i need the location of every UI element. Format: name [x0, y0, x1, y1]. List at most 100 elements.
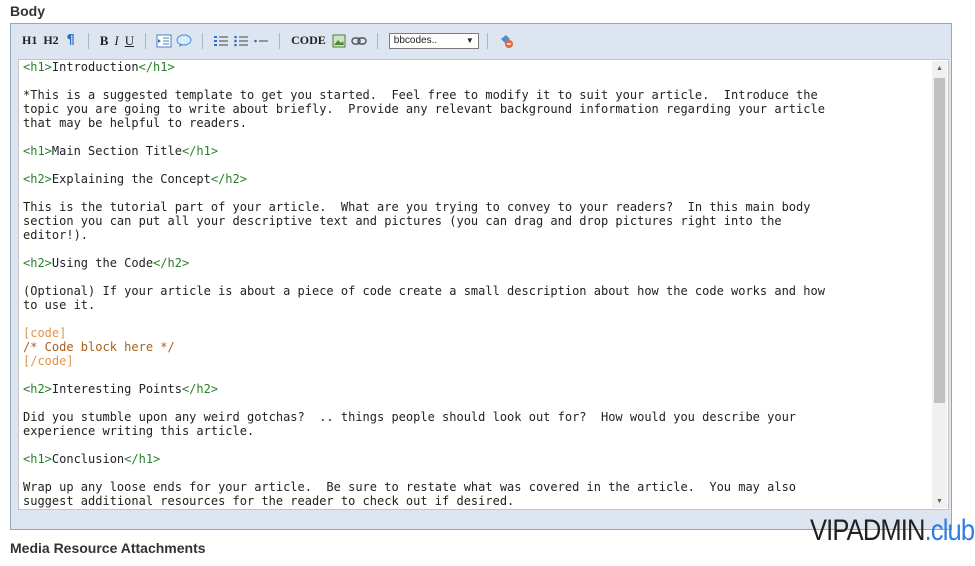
editor-line: [code] — [23, 326, 928, 340]
editor-text-span: [code] — [23, 326, 67, 340]
bold-button[interactable]: B — [97, 31, 112, 51]
editor-text-span: Interesting Points — [51, 382, 182, 396]
editor-line: This is the tutorial part of your articl… — [23, 200, 928, 214]
editor-text-span: </h1> — [138, 60, 175, 74]
toolbar-separator — [87, 32, 89, 49]
code-button[interactable]: CODE — [288, 31, 329, 51]
editor-line: <h2>Interesting Points</h2> — [23, 382, 928, 396]
editor-text-span: to use it. — [23, 298, 96, 312]
editor-text-span: </h2> — [181, 382, 219, 396]
eraser-icon — [500, 34, 513, 48]
body-section-title: Body — [10, 3, 45, 19]
numbered-list-icon — [214, 35, 229, 46]
numbered-list-button[interactable] — [211, 31, 231, 51]
vertical-scrollbar[interactable]: ▲ ▼ — [932, 61, 947, 508]
editor-line: <h1>Main Section Title</h1> — [23, 144, 928, 158]
editor-text-span: </h2> — [210, 172, 247, 186]
scrollbar-thumb[interactable] — [934, 78, 945, 403]
editor-text-span: topic you are going to write about brief… — [23, 102, 825, 116]
editor-text-span: </h1> — [181, 144, 219, 158]
italic-button[interactable]: I — [111, 31, 121, 51]
editor-text-span: <h2> — [23, 382, 52, 396]
bbcodes-dropdown[interactable]: bbcodes.. ▼ — [388, 32, 479, 49]
editor-text-span: <h2> — [23, 256, 52, 270]
indent-button[interactable] — [154, 31, 174, 51]
h1-button[interactable]: H1 — [19, 31, 40, 51]
editor-line: suggest additional resources for the rea… — [23, 494, 928, 508]
speech-bubble-icon — [176, 34, 192, 47]
toolbar-separator — [486, 32, 488, 49]
editor-text-span: suggest additional resources for the rea… — [23, 494, 515, 508]
editor-line: editor!). — [23, 228, 928, 242]
editor-text-span: editor!). — [23, 228, 89, 242]
editor-text-span: </h1> — [124, 452, 161, 466]
editor-line: <h2>Using the Code</h2> — [23, 256, 928, 270]
bullet-list-icon — [234, 35, 249, 46]
editor-text-span: that may be helpful to readers. — [23, 116, 247, 130]
editor-line: (Optional) If your article is about a pi… — [23, 284, 928, 298]
editor-line: /* Code block here */ — [23, 340, 928, 354]
editor-text-span: Introduction — [51, 60, 139, 74]
editor-text-span: <h2> — [23, 172, 52, 186]
editor-line: topic you are going to write about brief… — [23, 102, 928, 116]
editor-text-span: *This is a suggested template to get you… — [23, 88, 818, 102]
chevron-down-icon: ▼ — [465, 36, 474, 45]
toolbar-separator — [202, 32, 204, 49]
image-icon — [332, 34, 346, 47]
rich-text-editor: H1 H2 ¶ B I U CODE bbcodes.. ▼ <h1>Intro… — [10, 23, 952, 530]
editor-text-span: Wrap up any loose ends for your article.… — [23, 480, 797, 494]
editor-text-span: section you can put all your descriptive… — [23, 214, 782, 228]
editor-text-span: Explaining the Concept — [51, 172, 211, 186]
underline-button[interactable]: U — [122, 31, 137, 51]
editor-text-span: Using the Code — [51, 256, 154, 270]
paragraph-button[interactable]: ¶ — [62, 31, 80, 51]
editor-textarea[interactable]: <h1>Introduction</h1> *This is a suggeste… — [18, 59, 949, 510]
editor-text-span: <h1> — [23, 144, 52, 158]
editor-content: <h1>Introduction</h1> *This is a suggeste… — [23, 60, 928, 508]
editor-text-span: </h2> — [153, 256, 190, 270]
pilcrow-icon: ¶ — [66, 33, 75, 48]
scroll-up-arrow-icon[interactable]: ▲ — [932, 61, 947, 75]
quote-button[interactable] — [174, 31, 194, 51]
media-attachments-title: Media Resource Attachments — [10, 540, 206, 556]
remove-format-button[interactable] — [496, 31, 516, 51]
toolbar-separator — [145, 32, 147, 49]
horizontal-rule-button[interactable] — [251, 31, 271, 51]
watermark-logo: VIPADMIN.club — [810, 514, 975, 548]
scroll-down-arrow-icon[interactable]: ▼ — [932, 494, 947, 508]
indent-icon — [156, 34, 172, 47]
editor-text-span: experience writing this article. — [23, 424, 255, 438]
editor-text-span: [/code] — [23, 354, 74, 368]
editor-text-span: Conclusion — [51, 452, 125, 466]
insert-image-button[interactable] — [329, 31, 349, 51]
editor-line: Did you stumble upon any weird gotchas? … — [23, 410, 928, 424]
insert-link-button[interactable] — [349, 31, 369, 51]
editor-line: *This is a suggested template to get you… — [23, 88, 928, 102]
editor-text-span: <h1> — [23, 452, 52, 466]
editor-text-span: Did you stumble upon any weird gotchas? … — [23, 410, 797, 424]
editor-text-span: Main Section Title — [51, 144, 182, 158]
h2-button[interactable]: H2 — [40, 31, 61, 51]
watermark-main: VIPADMIN — [810, 514, 925, 547]
editor-text-span: /* Code block here */ — [23, 340, 175, 354]
editor-text-span: (Optional) If your article is about a pi… — [23, 284, 825, 298]
editor-toolbar: H1 H2 ¶ B I U CODE bbcodes.. ▼ — [11, 24, 951, 57]
watermark-accent: .club — [924, 514, 975, 547]
editor-line: section you can put all your descriptive… — [23, 214, 928, 228]
editor-text-span: <h1> — [23, 60, 52, 74]
toolbar-separator — [279, 32, 281, 49]
editor-line: <h2>Explaining the Concept</h2> — [23, 172, 928, 186]
editor-line: that may be helpful to readers. — [23, 116, 928, 130]
bullet-list-button[interactable] — [231, 31, 251, 51]
